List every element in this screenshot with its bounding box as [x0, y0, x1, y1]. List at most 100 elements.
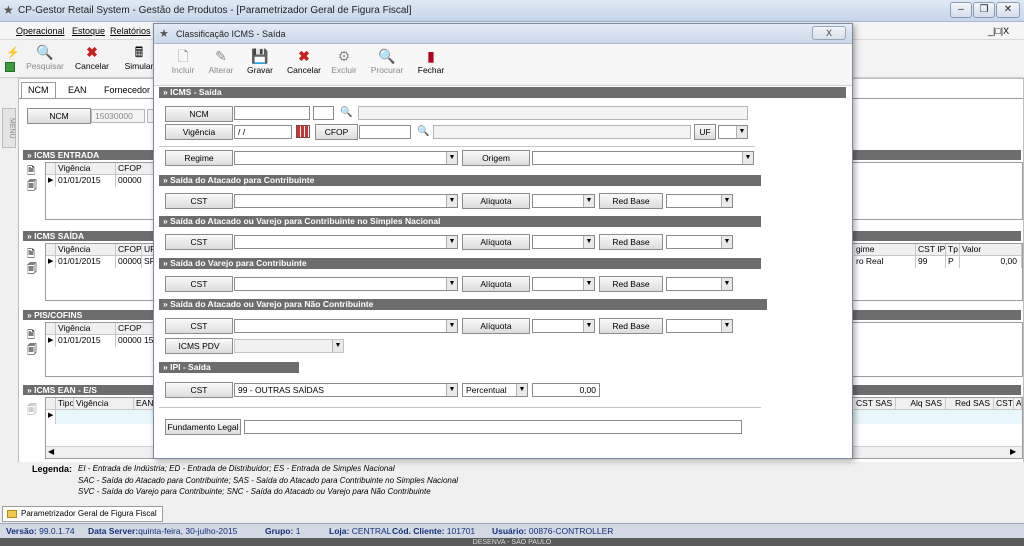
mdi-controls[interactable]: _|□|X	[988, 26, 1009, 36]
col-cst-sas[interactable]: CST SAS	[854, 398, 896, 410]
dialog-close-button[interactable]: X	[812, 26, 846, 40]
table-row[interactable]: 01/01/2015	[56, 256, 116, 268]
icms-pdv-button[interactable]: ICMS PDV	[165, 338, 233, 354]
aliquota-button[interactable]: Alíquota	[462, 318, 530, 334]
redbase-select[interactable]: ▼	[666, 194, 733, 208]
cst-select[interactable]: ▼	[234, 319, 458, 333]
scroll-right-icon[interactable]: ▶	[1010, 447, 1016, 456]
gravar-button[interactable]: 💾 Gravar	[244, 47, 276, 81]
tab-fornecedor[interactable]: Fornecedor	[97, 82, 157, 98]
table-row[interactable]: 00000 15	[116, 335, 156, 347]
col-red-sas[interactable]: Red SAS	[946, 398, 994, 410]
ncm-filter-button[interactable]: NCM	[27, 108, 91, 124]
search-icon[interactable]: 🔍	[340, 107, 352, 118]
menu-operacional[interactable]: Operacional	[16, 26, 65, 36]
menu-relatorios[interactable]: Relatórios	[110, 26, 151, 36]
alterar-button[interactable]: ✎ Alterar	[206, 47, 236, 81]
dialog-cancelar-button[interactable]: ✖ Cancelar	[286, 47, 322, 81]
redbase-button[interactable]: Red Base	[599, 276, 663, 292]
minimize-button[interactable]: –	[950, 2, 972, 18]
copy-icon[interactable]: 🗐	[27, 343, 37, 360]
redbase-select[interactable]: ▼	[666, 277, 733, 291]
cst-select[interactable]: ▼	[234, 194, 458, 208]
col-tp[interactable]: Tp	[946, 244, 960, 256]
uf-button[interactable]: UF	[694, 124, 716, 140]
cst-select[interactable]: ▼	[234, 235, 458, 249]
search-icon[interactable]: 🔍	[417, 126, 429, 137]
icms-pdv-select[interactable]: ▼	[234, 339, 344, 353]
redbase-select[interactable]: ▼	[666, 235, 733, 249]
table-row[interactable]: 0,00	[960, 256, 1022, 268]
col-vigencia[interactable]: Vigência	[56, 244, 116, 256]
cfop-button[interactable]: CFOP	[315, 124, 358, 140]
redbase-button[interactable]: Red Base	[599, 318, 663, 334]
cst-button[interactable]: CST	[165, 318, 233, 334]
cancelar-button[interactable]: ✖ Cancelar	[72, 43, 112, 77]
table-row[interactable]: 99	[916, 256, 946, 268]
regime-button[interactable]: Regime	[165, 150, 233, 166]
ipi-valor-field[interactable]: 0,00	[532, 383, 600, 397]
table-row[interactable]: 00000	[116, 256, 142, 268]
side-menu-tab[interactable]: MENU	[2, 108, 16, 148]
simular-button[interactable]: 🖩 Simular	[122, 43, 156, 77]
regime-select[interactable]: ▼	[234, 151, 458, 165]
cst-button[interactable]: CST	[165, 234, 233, 250]
table-row[interactable]: P	[946, 256, 960, 268]
col-regime[interactable]: gime	[854, 244, 916, 256]
col-vigencia[interactable]: Vigência	[56, 163, 116, 175]
col-cst-svc[interactable]: CST SVC	[994, 398, 1014, 410]
ncm-filter-field[interactable]: 15030000	[91, 109, 145, 123]
col-a[interactable]: A	[1014, 398, 1022, 410]
origem-select[interactable]: ▼	[532, 151, 754, 165]
col-cfop[interactable]: CFOP	[116, 244, 142, 256]
ncm-button[interactable]: NCM	[165, 106, 233, 122]
restore-button[interactable]: ❐	[973, 2, 995, 18]
ipi-cst-button[interactable]: CST	[165, 382, 233, 398]
cfop-field[interactable]	[359, 125, 411, 139]
col-alq-sas[interactable]: Alq SAS	[896, 398, 946, 410]
col-cfop[interactable]: CFOP	[116, 323, 156, 335]
col-cst-ipi[interactable]: CST IPI	[916, 244, 946, 256]
calendar-icon[interactable]	[296, 125, 310, 138]
copy-icon[interactable]: 🗐	[27, 179, 37, 196]
col-vigencia[interactable]: Vigência	[74, 398, 134, 410]
copy-icon[interactable]: 🗐	[27, 262, 37, 279]
scroll-left-icon[interactable]: ◀	[48, 447, 54, 456]
tab-ean[interactable]: EAN	[61, 82, 94, 98]
cst-button[interactable]: CST	[165, 276, 233, 292]
pesquisar-button[interactable]: 🔍 Pesquisar	[26, 43, 64, 77]
fundamento-legal-button[interactable]: Fundamento Legal	[165, 419, 241, 435]
vigencia-field[interactable]: / /	[234, 125, 292, 139]
table-row[interactable]: 01/01/2015	[56, 335, 116, 347]
cst-select[interactable]: ▼	[234, 277, 458, 291]
procurar-button[interactable]: 🔍 Procurar	[368, 47, 406, 81]
cst-button[interactable]: CST	[165, 193, 233, 209]
copy-icon[interactable]: 🗐	[27, 403, 37, 420]
fundamento-legal-field[interactable]	[244, 420, 742, 434]
tab-ncm[interactable]: NCM	[21, 82, 56, 98]
taskbar-tab[interactable]: Parametrizador Geral de Figura Fiscal	[2, 506, 163, 522]
aliquota-button[interactable]: Alíquota	[462, 276, 530, 292]
incluir-button[interactable]: 🗋 Incluir	[168, 47, 198, 81]
fechar-button[interactable]: ▮ Fechar	[416, 47, 446, 81]
aliquota-select[interactable]: ▼	[532, 194, 595, 208]
ipi-tipo-select[interactable]: Percentual ▼	[462, 383, 528, 397]
col-valor[interactable]: Valor	[960, 244, 1022, 256]
close-button[interactable]: ✕	[996, 2, 1020, 18]
vigencia-button[interactable]: Vigência	[165, 124, 233, 140]
ncm-ex-field[interactable]	[313, 106, 334, 120]
aliquota-select[interactable]: ▼	[532, 277, 595, 291]
aliquota-select[interactable]: ▼	[532, 235, 595, 249]
col-tipo[interactable]: Tipo	[56, 398, 74, 410]
redbase-button[interactable]: Red Base	[599, 234, 663, 250]
ncm-field[interactable]	[234, 106, 310, 120]
table-row[interactable]: 01/01/2015	[56, 175, 116, 187]
excluir-button[interactable]: ⚙ Excluir	[328, 47, 360, 81]
origem-button[interactable]: Origem	[462, 150, 530, 166]
redbase-select[interactable]: ▼	[666, 319, 733, 333]
table-row[interactable]: ro Real	[854, 256, 916, 268]
ipi-cst-select[interactable]: 99 - OUTRAS SAÍDAS ▼	[234, 383, 458, 397]
menu-estoque[interactable]: Estoque	[72, 26, 105, 36]
aliquota-button[interactable]: Alíquota	[462, 193, 530, 209]
aliquota-select[interactable]: ▼	[532, 319, 595, 333]
